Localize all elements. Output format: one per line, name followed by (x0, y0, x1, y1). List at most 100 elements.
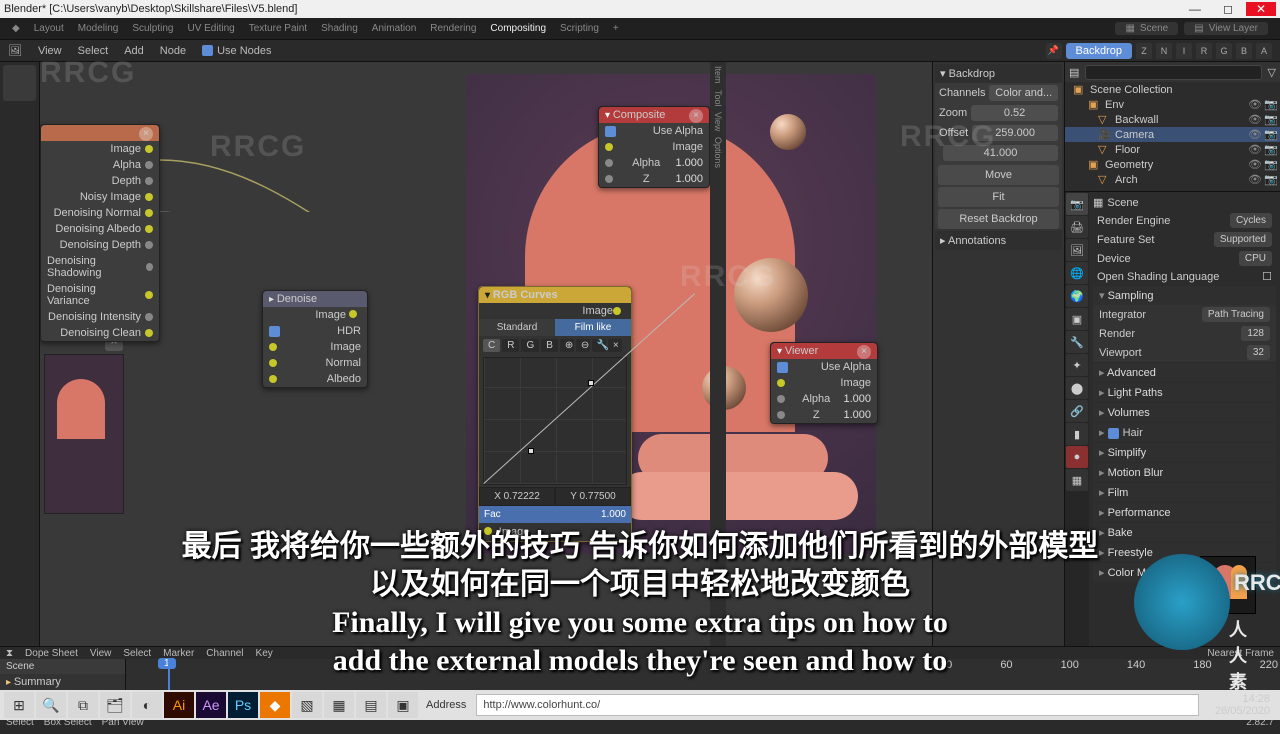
tab-data[interactable]: ▮ (1066, 423, 1088, 445)
menu-select[interactable]: Select (123, 648, 151, 659)
eye-icon[interactable]: 👁 (1248, 158, 1260, 171)
start-button[interactable]: ⊞ (4, 692, 34, 718)
ws-tab-scripting[interactable]: Scripting (560, 23, 599, 34)
ch-z[interactable]: Z (1136, 43, 1152, 59)
ch-g[interactable]: G (1216, 43, 1232, 59)
ch-b[interactable]: B (541, 339, 558, 352)
ws-tab-shading[interactable]: Shading (321, 23, 358, 34)
render-samples[interactable]: 128 (1241, 326, 1270, 341)
dope-mode[interactable]: Dope Sheet (25, 648, 78, 659)
tab-render[interactable]: 📷 (1066, 193, 1088, 215)
panel-advanced[interactable]: Advanced (1093, 363, 1276, 382)
search-icon[interactable]: 🔍 (36, 692, 66, 718)
node-denoise[interactable]: ▸ Denoise Image HDR Image Normal Albedo (262, 290, 368, 388)
curve-widget[interactable] (483, 357, 627, 485)
use-nodes-check[interactable]: Use Nodes (202, 45, 271, 57)
eye-icon[interactable]: 👁 (1248, 128, 1260, 141)
ws-tab-rendering[interactable]: Rendering (430, 23, 476, 34)
panel-motionblur[interactable]: Motion Blur (1093, 463, 1276, 482)
node-rgb-curves[interactable]: ▾ RGB Curves Image Standard Film like C … (478, 286, 632, 542)
osl-check[interactable]: Open Shading Language (1097, 271, 1219, 283)
zoom-out-icon[interactable]: ⊖ (576, 339, 590, 352)
snap-select[interactable]: Nearest Frame (1207, 648, 1274, 659)
node-editor[interactable]: × × Image Alpha Depth Noisy Image Denois… (40, 62, 932, 646)
fit-button[interactable]: Fit (938, 187, 1059, 207)
ch-r[interactable]: R (1196, 43, 1212, 59)
playhead[interactable] (168, 659, 170, 690)
tab-standard[interactable]: Standard (479, 319, 555, 336)
explorer-icon[interactable]: 🗂 (100, 692, 130, 718)
app-icon[interactable]: ▧ (292, 692, 322, 718)
ws-tab-animation[interactable]: Animation (372, 23, 416, 34)
ch-g[interactable]: G (521, 339, 539, 352)
tab-item[interactable]: Item (713, 66, 723, 84)
node-viewer[interactable]: ▾ Viewer× Use Alpha Image Alpha1.000 Z1.… (770, 342, 878, 424)
system-clock[interactable]: 14:2826/05/2020 (1209, 693, 1276, 717)
editor-type-icon[interactable]: 🖼 (8, 44, 22, 57)
outliner-mode-icon[interactable]: ▤ (1069, 66, 1079, 79)
tab-texture[interactable]: ▦ (1066, 469, 1088, 491)
tab-options[interactable]: Options (713, 137, 723, 168)
tab-output[interactable]: 🖨 (1066, 216, 1088, 238)
ch-b[interactable]: B (1236, 43, 1252, 59)
engine-select[interactable]: Cycles (1230, 213, 1272, 228)
ch-i[interactable]: I (1176, 43, 1192, 59)
illustrator-icon[interactable]: Ai (164, 692, 194, 718)
app-icon[interactable]: ▤ (356, 692, 386, 718)
node-header[interactable]: ▸ Denoise (263, 291, 367, 307)
ch-n[interactable]: N (1156, 43, 1172, 59)
minimize-button[interactable]: — (1180, 2, 1210, 16)
eye-icon[interactable]: 👁 (1248, 143, 1260, 156)
node-header[interactable]: ▾ Composite× (599, 107, 709, 123)
offset-x[interactable]: 259.000 (972, 125, 1058, 141)
viewlayer-selector[interactable]: ▤View Layer (1184, 22, 1268, 35)
zoom-field[interactable]: 0.52 (971, 105, 1058, 121)
tab-constraints[interactable]: 🔗 (1066, 400, 1088, 422)
move-button[interactable]: Move (938, 165, 1059, 185)
photoshop-icon[interactable]: Ps (228, 692, 258, 718)
ch-c[interactable]: C (483, 339, 500, 352)
menu-view[interactable]: View (38, 45, 62, 57)
dope-scene-row[interactable]: Scene (0, 659, 125, 674)
tab-tool[interactable]: Tool (713, 90, 723, 107)
tab-material[interactable]: ● (1066, 446, 1088, 468)
node-close-icon[interactable]: × (689, 109, 703, 123)
blender-icon[interactable]: ◆ (260, 692, 290, 718)
fac-label[interactable]: Fac (479, 506, 589, 523)
menu-marker[interactable]: Marker (163, 648, 194, 659)
ws-tab-uv[interactable]: UV Editing (187, 23, 234, 34)
tab-view[interactable]: View (713, 112, 723, 131)
menu-key[interactable]: Key (256, 648, 273, 659)
panel-simplify[interactable]: Simplify (1093, 443, 1276, 462)
panel-bake[interactable]: Bake (1093, 523, 1276, 542)
offset-y[interactable]: 41.000 (943, 145, 1058, 161)
panel-sampling[interactable]: Sampling (1093, 286, 1276, 305)
aftereffects-icon[interactable]: Ae (196, 692, 226, 718)
node-composite[interactable]: ▾ Composite× Use Alpha Image Alpha1.000 … (598, 106, 710, 188)
pin-icon[interactable]: 📌 (1046, 43, 1062, 59)
outliner-item[interactable]: Geometry (1105, 159, 1153, 171)
zoom-in-icon[interactable]: ⊕ (560, 339, 574, 352)
outliner-item[interactable]: Arch (1115, 174, 1138, 186)
render-icon[interactable]: 📷 (1264, 98, 1276, 111)
render-icon[interactable]: 📷 (1264, 173, 1276, 186)
dope-summary-row[interactable]: ▸ Summary (0, 674, 125, 690)
panel-annotations[interactable]: ▸ Annotations (935, 231, 1062, 250)
tab-particles[interactable]: ✦ (1066, 354, 1088, 376)
timeline[interactable]: 1 2060100140180220 (126, 659, 1280, 690)
address-bar[interactable]: http://www.colorhunt.co/ (476, 694, 1199, 716)
tab-scene[interactable]: 🌐 (1066, 262, 1088, 284)
render-icon[interactable]: 📷 (1264, 143, 1276, 156)
panel-performance[interactable]: Performance (1093, 503, 1276, 522)
app-icon[interactable]: ▣ (388, 692, 418, 718)
curve-x[interactable]: X 0.72222 (479, 487, 555, 506)
ws-tab-sculpting[interactable]: Sculpting (132, 23, 173, 34)
task-view-icon[interactable]: ⧉ (68, 692, 98, 718)
close-button[interactable]: ✕ (1246, 2, 1276, 16)
tool-select[interactable] (3, 65, 36, 101)
render-icon[interactable]: 📷 (1264, 113, 1276, 126)
wrench-icon[interactable]: 🔧 (592, 339, 606, 352)
tab-world[interactable]: 🌍 (1066, 285, 1088, 307)
panel-backdrop-header[interactable]: ▾ Backdrop (935, 64, 1062, 83)
backdrop-toggle[interactable]: Backdrop (1066, 43, 1132, 59)
